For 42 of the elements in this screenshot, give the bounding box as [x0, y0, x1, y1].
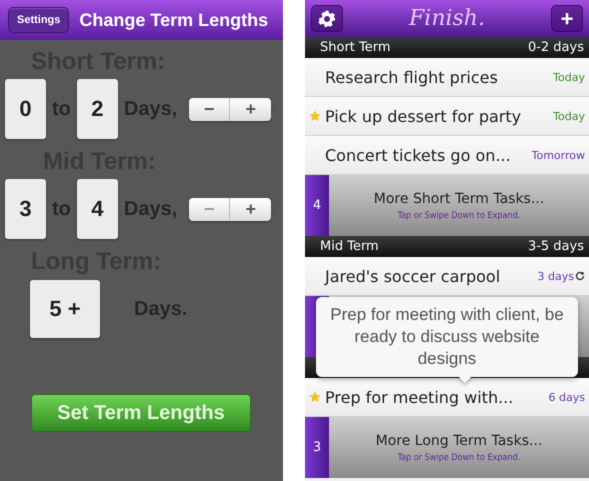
more-tasks-row[interactable]: 3 More Long Term Tasks... Tap or Swipe Down to Expand. [305, 417, 589, 478]
task-row[interactable]: Prep for meeting with... 6 days [305, 378, 589, 417]
screen-title: Change Term Lengths [79, 10, 268, 30]
start-day-field[interactable]: 3 [5, 179, 46, 239]
settings-icon [318, 10, 336, 28]
task-row[interactable]: Jared's soccer carpool 3 days [305, 257, 589, 296]
section-title: Short Term [320, 40, 391, 55]
due-label: Today [553, 70, 585, 84]
task-count: 4 [312, 198, 322, 213]
section-title: Mid Term [320, 239, 379, 254]
end-day-field[interactable]: 2 [76, 79, 118, 139]
due-label: 3 days [538, 270, 574, 282]
expand-hint: Tap or Swipe Down to Expand. [398, 210, 520, 220]
end-day-field[interactable]: 4 [76, 179, 118, 239]
expand-hint: Tap or Swipe Down to Expand. [398, 452, 520, 462]
due-label: 6 days [548, 390, 585, 404]
more-tasks-title: More Short Term Tasks... [374, 190, 544, 206]
task-row[interactable]: Pick up dessert for party Today [305, 97, 589, 136]
add-button[interactable]: + [551, 5, 583, 32]
app-title: Finish. [409, 6, 485, 31]
decrease-button[interactable]: − [189, 98, 230, 120]
increase-button[interactable]: + [229, 98, 272, 120]
task-row[interactable]: Concert tickets go on... Tomorrow [305, 136, 589, 175]
start-day-field[interactable]: 0 [5, 79, 46, 139]
due-label: Today [553, 110, 585, 122]
task-count: 3 [312, 440, 322, 455]
task-title: Prep for meeting with... [325, 388, 514, 406]
task-title: Concert tickets go on... [325, 146, 511, 164]
task-title: Jared's soccer carpool [325, 266, 500, 286]
task-row[interactable]: Research flight prices Today [305, 58, 589, 97]
task-title: Pick up dessert for party [325, 106, 522, 126]
task-title: Research flight prices [325, 68, 498, 86]
section-range: 3-5 days [528, 239, 584, 254]
more-tasks-row[interactable]: 4 More Short Term Tasks... Tap or Swipe Down to Expand. [305, 175, 589, 236]
back-button[interactable]: Settings [8, 7, 70, 33]
settings-button[interactable] [311, 5, 343, 32]
tooltip: Prep for meeting with client, be ready to discuss website designs [316, 297, 578, 377]
section-range: 0-2 days [528, 40, 584, 55]
due-label: Tomorrow [532, 148, 585, 162]
start-day-field[interactable]: 5 + [30, 280, 100, 338]
more-tasks-title: More Long Term Tasks... [376, 432, 542, 448]
increase-button[interactable]: + [229, 198, 272, 220]
